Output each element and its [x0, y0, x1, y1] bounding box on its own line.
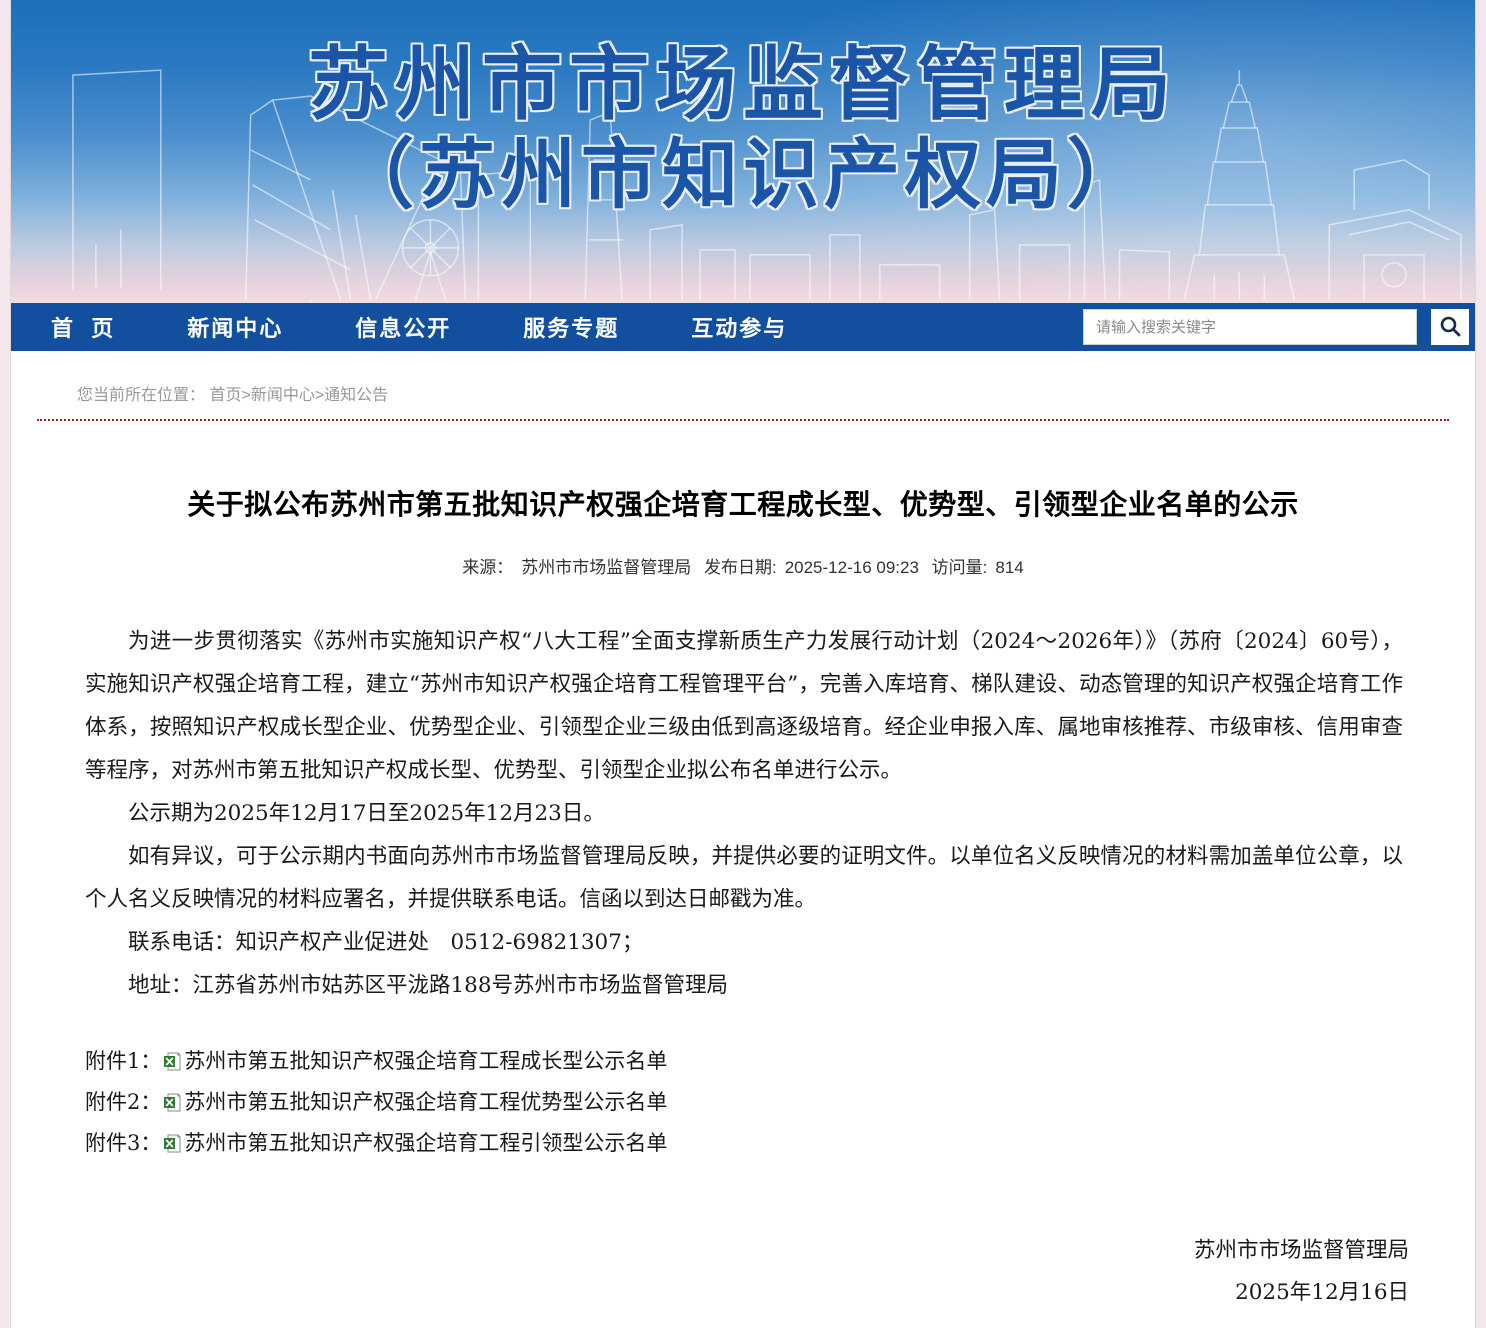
- site-banner: 苏州市市场监督管理局 （苏州市知识产权局）: [11, 0, 1475, 303]
- article-paragraph: 联系电话：知识产权产业促进处 0512-69821307；: [85, 921, 1403, 964]
- page-container: 苏州市市场监督管理局 （苏州市知识产权局） 首 页 新闻中心 信息公开 服务专题…: [10, 0, 1476, 1328]
- dotted-separator: [37, 419, 1449, 421]
- search-input[interactable]: [1083, 309, 1417, 345]
- meta-source-value: 苏州市市场监督管理局: [521, 558, 691, 577]
- signature-org: 苏州市市场监督管理局: [11, 1230, 1409, 1272]
- signature-block: 苏州市市场监督管理局 2025年12月16日: [11, 1230, 1409, 1314]
- attachment-row: 附件1： 苏州市第五批知识产权强企培育工程成长型公示名单: [85, 1041, 1403, 1082]
- attachment-label: 附件2：: [85, 1082, 161, 1123]
- article-title: 关于拟公布苏州市第五批知识产权强企培育工程成长型、优势型、引领型企业名单的公示: [11, 483, 1475, 523]
- excel-file-icon: [163, 1093, 182, 1112]
- search-button[interactable]: [1431, 309, 1469, 345]
- article-paragraph: 地址：江苏省苏州市姑苏区平泷路188号苏州市市场监督管理局: [85, 964, 1403, 1007]
- main-nav: 首 页 新闻中心 信息公开 服务专题 互动参与: [11, 303, 1475, 351]
- nav-item-news[interactable]: 新闻中心: [187, 311, 283, 343]
- breadcrumb-prefix: 您当前所在位置：: [77, 387, 205, 404]
- nav-item-info-disclosure[interactable]: 信息公开: [355, 311, 451, 343]
- search-bar: [1083, 309, 1469, 345]
- meta-date-label: 发布日期:: [704, 558, 777, 577]
- breadcrumb: 您当前所在位置： 首页>新闻中心>通知公告: [11, 351, 1475, 419]
- attachment-row: 附件3： 苏州市第五批知识产权强企培育工程引领型公示名单: [85, 1123, 1403, 1164]
- meta-date-value: 2025-12-16 09:23: [785, 558, 919, 577]
- breadcrumb-path[interactable]: 首页>新闻中心>通知公告: [209, 387, 388, 404]
- nav-item-service-topics[interactable]: 服务专题: [523, 311, 619, 343]
- search-icon: [1438, 314, 1462, 341]
- attachment-label: 附件1：: [85, 1041, 161, 1082]
- article-meta: 来源： 苏州市市场监督管理局 发布日期: 2025-12-16 09:23 访问量:…: [11, 553, 1475, 578]
- meta-visits-label: 访问量:: [932, 558, 988, 577]
- nav-item-home[interactable]: 首 页: [51, 311, 115, 343]
- attachment-link[interactable]: 苏州市第五批知识产权强企培育工程优势型公示名单: [184, 1082, 667, 1123]
- meta-visits-value: 814: [995, 558, 1023, 577]
- article-paragraph: 为进一步贯彻落实《苏州市实施知识产权“八大工程”全面支撑新质生产力发展行动计划（…: [85, 620, 1403, 792]
- excel-file-icon: [163, 1134, 182, 1153]
- attachment-link[interactable]: 苏州市第五批知识产权强企培育工程引领型公示名单: [184, 1123, 667, 1164]
- attachment-row: 附件2： 苏州市第五批知识产权强企培育工程优势型公示名单: [85, 1082, 1403, 1123]
- excel-file-icon: [163, 1052, 182, 1071]
- attachment-list: 附件1： 苏州市第五批知识产权强企培育工程成长型公示名单 附件2：: [85, 1041, 1403, 1164]
- signature-date: 2025年12月16日: [11, 1272, 1409, 1314]
- site-title-line2: （苏州市知识产权局）: [11, 132, 1475, 220]
- meta-source-label: 来源：: [462, 558, 513, 577]
- site-title-line1: 苏州市市场监督管理局: [11, 0, 1475, 132]
- article-paragraph: 公示期为2025年12月17日至2025年12月23日。: [85, 792, 1403, 835]
- article-body: 为进一步贯彻落实《苏州市实施知识产权“八大工程”全面支撑新质生产力发展行动计划（…: [85, 620, 1403, 1007]
- nav-item-interaction[interactable]: 互动参与: [691, 311, 787, 343]
- attachment-link[interactable]: 苏州市第五批知识产权强企培育工程成长型公示名单: [184, 1041, 667, 1082]
- attachment-label: 附件3：: [85, 1123, 161, 1164]
- article-paragraph: 如有异议，可于公示期内书面向苏州市市场监督管理局反映，并提供必要的证明文件。以单…: [85, 835, 1403, 921]
